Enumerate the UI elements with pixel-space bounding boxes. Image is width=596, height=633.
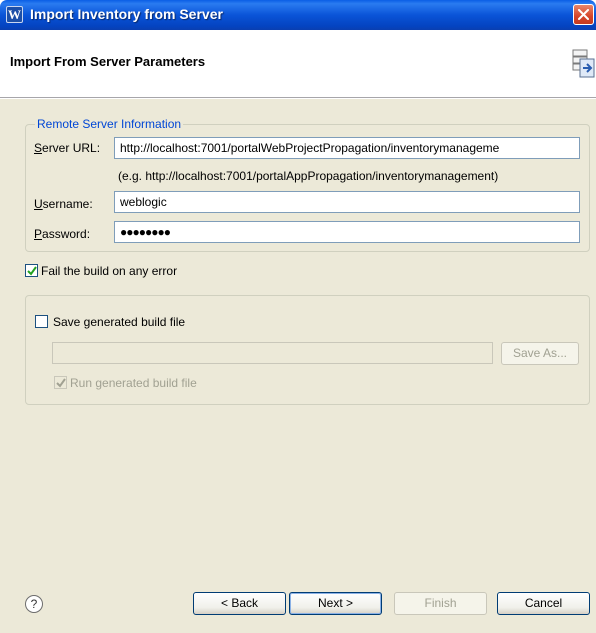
server-url-hint: (e.g. http://localhost:7001/portalAppPro…: [118, 169, 499, 183]
build-file-path-field[interactable]: [52, 342, 493, 364]
page-title: Import From Server Parameters: [10, 54, 206, 69]
save-build-file-label: Save generated build file: [53, 315, 186, 329]
back-button[interactable]: < Back: [193, 592, 286, 615]
help-icon[interactable]: ?: [25, 595, 43, 613]
remote-server-legend: Remote Server Information: [35, 117, 184, 131]
username-label: Username:: [34, 197, 93, 211]
fail-build-checkbox[interactable]: [25, 264, 38, 277]
password-label: Password:: [34, 227, 91, 241]
cancel-button[interactable]: Cancel: [497, 592, 590, 615]
close-icon: [578, 9, 589, 20]
wizard-content: Remote Server Information Server URL: ht…: [0, 99, 596, 581]
save-as-button[interactable]: Save As...: [501, 342, 579, 365]
next-button[interactable]: Next >: [289, 592, 382, 615]
server-url-label: Server URL:: [34, 141, 101, 155]
window-title: Import Inventory from Server: [30, 6, 223, 22]
checkmark-icon: [56, 378, 66, 388]
title-bar[interactable]: W Import Inventory from Server: [0, 0, 596, 30]
save-build-file-checkbox[interactable]: [35, 315, 48, 328]
fail-build-label: Fail the build on any error: [41, 264, 178, 278]
close-button[interactable]: [573, 4, 594, 25]
app-icon: W: [6, 6, 23, 23]
run-build-file-checkbox[interactable]: [54, 376, 67, 389]
run-build-file-label: Run generated build file: [70, 376, 197, 390]
username-field[interactable]: weblogic: [114, 191, 580, 213]
finish-button[interactable]: Finish: [394, 592, 487, 615]
wizard-import-icon: [572, 49, 595, 78]
wizard-banner: Import From Server Parameters: [0, 30, 596, 98]
password-field[interactable]: ●●●●●●●●: [114, 221, 580, 243]
server-url-field[interactable]: http://localhost:7001/portalWebProjectPr…: [114, 137, 580, 159]
button-bar: ? < Back Next > Finish Cancel: [0, 581, 596, 633]
checkmark-icon: [27, 266, 37, 276]
